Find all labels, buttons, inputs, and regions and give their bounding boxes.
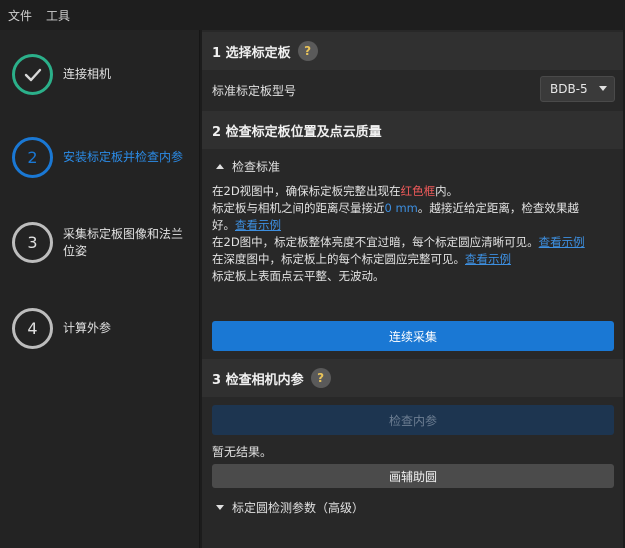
main-panel: 1 选择标定板 ? 标准标定板型号 BDB-5 2 检查标定板位置及点云质量 检…	[202, 30, 623, 548]
step-number: 2	[12, 137, 53, 178]
view-example-link[interactable]: 查看示例	[539, 235, 585, 249]
step-label: 安装标定板并检查内参	[63, 150, 184, 164]
help-icon[interactable]: ?	[310, 368, 331, 388]
board-model-select[interactable]: BDB-5	[540, 76, 615, 102]
section-check-position: 2 检查标定板位置及点云质量	[202, 111, 623, 149]
menu-bar: 文件 工具	[0, 0, 625, 30]
distance-value: 0 mm	[384, 201, 418, 215]
section-title: 2 检查标定板位置及点云质量	[212, 124, 382, 140]
step-compute-extrinsics[interactable]: 4 计算外参	[12, 308, 188, 349]
section-title: 3 检查相机内参	[212, 372, 304, 388]
view-example-link[interactable]: 查看示例	[235, 218, 281, 232]
collapse-up-icon	[216, 164, 224, 169]
board-model-label: 标准标定板型号	[212, 84, 297, 98]
text: 在2D视图中，确保标定板完整出现在	[212, 184, 401, 198]
section-check-intrinsics: 3 检查相机内参 ?	[202, 359, 623, 397]
criteria-line-3: 好。查看示例	[212, 217, 281, 233]
menu-tools[interactable]: 工具	[46, 7, 70, 24]
steps-sidebar: 连接相机 2 安装标定板并检查内参 3 采集标定板图像和法兰位姿 4 计算外参	[0, 30, 200, 548]
criteria-line-1: 在2D视图中，确保标定板完整出现在红色框内。	[212, 183, 458, 199]
check-icon	[12, 54, 53, 95]
section-title: 1 选择标定板	[212, 45, 291, 61]
text: 好。	[212, 218, 235, 232]
continuous-capture-button[interactable]: 连续采集	[212, 321, 614, 351]
step-label: 计算外参	[63, 321, 112, 335]
criteria-toggle[interactable]: 检查标准	[216, 158, 280, 175]
criteria-toggle-label: 检查标准	[232, 160, 281, 174]
text: 在深度图中，标定板上的每个标定圆应完整可见。	[212, 252, 465, 266]
text: 内。	[435, 184, 459, 198]
text: 。越接近给定距离，检查效果越	[417, 201, 579, 215]
no-result-text: 暂无结果。	[212, 445, 273, 459]
red-frame-text: 红色框	[400, 184, 436, 198]
chevron-down-icon	[599, 86, 607, 91]
step-number: 4	[12, 308, 53, 349]
step-label: 连接相机	[63, 67, 112, 81]
step-connect-camera[interactable]: 连接相机	[12, 54, 188, 95]
draw-circle-button[interactable]: 画辅助圆	[212, 464, 614, 488]
menu-file[interactable]: 文件	[8, 7, 32, 24]
step-number: 3	[12, 222, 53, 263]
text: 在2D图中，标定板整体亮度不宜过暗，每个标定圆应清晰可见。	[212, 235, 539, 249]
advanced-params-toggle[interactable]: 标定圆检测参数（高级）	[216, 499, 364, 516]
text: 标定板与相机之间的距离尽量接近	[212, 201, 385, 215]
criteria-line-4: 在2D图中，标定板整体亮度不宜过暗，每个标定圆应清晰可见。查看示例	[212, 234, 585, 250]
expand-down-icon	[216, 505, 224, 510]
criteria-line-2: 标定板与相机之间的距离尽量接近0 mm。越接近给定距离，检查效果越	[212, 200, 579, 216]
section-select-board: 1 选择标定板 ?	[202, 32, 623, 70]
help-icon[interactable]: ?	[297, 41, 318, 61]
advanced-params-label: 标定圆检测参数（高级）	[232, 501, 365, 515]
step-label: 采集标定板图像和法兰位姿	[63, 226, 184, 258]
criteria-line-5: 在深度图中，标定板上的每个标定圆应完整可见。查看示例	[212, 251, 511, 267]
step-install-board[interactable]: 2 安装标定板并检查内参	[12, 137, 188, 178]
criteria-line-6: 标定板上表面点云平整、无波动。	[212, 269, 385, 283]
step-capture-images[interactable]: 3 采集标定板图像和法兰位姿	[12, 222, 188, 263]
board-model-value: BDB-5	[550, 82, 588, 96]
view-example-link[interactable]: 查看示例	[465, 252, 511, 266]
check-intrinsics-button[interactable]: 检查内参	[212, 405, 614, 435]
